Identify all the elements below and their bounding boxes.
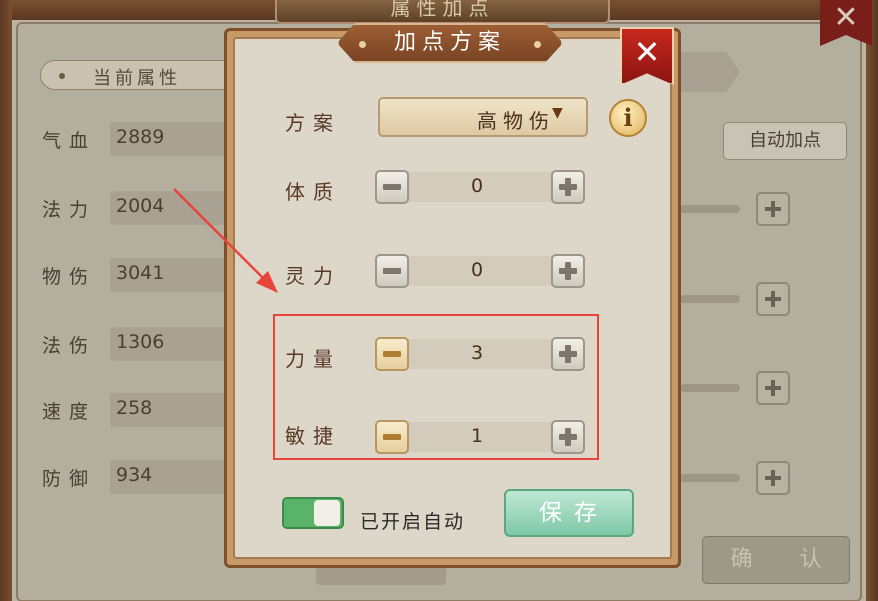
dialog-title: 加点方案 (393, 30, 506, 55)
auto-toggle[interactable] (282, 497, 344, 529)
stat-value: 3041 (116, 262, 165, 284)
attribute-slider[interactable] (680, 474, 740, 482)
close-icon: ✕ (633, 33, 661, 71)
stat-label: 法力 (42, 199, 97, 221)
stat-value: 2889 (116, 126, 165, 148)
stat-label: 法伤 (42, 335, 97, 357)
stepper-value: 0 (470, 259, 484, 281)
plan-selected-value: 高物伤 (477, 109, 555, 133)
plus-icon[interactable] (756, 282, 790, 316)
minus-icon[interactable] (375, 254, 409, 288)
toggle-knob (314, 500, 340, 526)
tab-dot-icon (59, 73, 65, 79)
dropdown-arrow-icon: ▼ (552, 105, 563, 121)
attribute-slider[interactable] (680, 205, 740, 213)
constitution-stepper: 0 (375, 170, 585, 204)
close-icon: ✕ (833, 0, 859, 35)
stat-value: 2004 (116, 195, 165, 217)
stat-row-magic-damage: 法伤 1306 (40, 325, 260, 365)
auto-allocate-button[interactable]: 自动加点 (723, 122, 847, 160)
dialog-body: 方案 高物伤 ▼ i 体质 0 灵力 0 力量 3 敏捷 1 已开启自动 保存 (233, 37, 672, 559)
stat-value: 934 (116, 464, 153, 486)
attribute-label-spirit: 灵力 (285, 264, 341, 288)
stat-row-speed: 速度 258 (40, 391, 260, 431)
stat-label: 气血 (42, 130, 97, 152)
attribute-label-constitution: 体质 (285, 180, 341, 204)
plan-dropdown[interactable]: 高物伤 ▼ (378, 97, 588, 137)
tab-current-attributes[interactable]: 当前属性 (40, 60, 240, 90)
plus-icon[interactable] (551, 170, 585, 204)
save-button[interactable]: 保存 (504, 489, 634, 537)
stat-row-hp: 气血 2889 (40, 120, 260, 160)
window-frame-left (0, 0, 12, 601)
window-title: 属性加点 (390, 0, 495, 20)
arrow-annotation (173, 188, 278, 293)
info-icon[interactable]: i (609, 99, 647, 137)
stat-value: 258 (116, 397, 153, 419)
stat-label: 防御 (42, 468, 97, 490)
minus-icon[interactable] (375, 170, 409, 204)
confirm-button[interactable]: 确 认 (702, 536, 850, 584)
tab-label: 当前属性 (93, 68, 181, 89)
plus-icon[interactable] (551, 254, 585, 288)
stat-row-defense: 防御 934 (40, 458, 260, 498)
plan-label: 方案 (285, 111, 341, 135)
stepper-value: 0 (470, 175, 484, 197)
stat-value: 1306 (116, 331, 165, 353)
plus-icon[interactable] (756, 371, 790, 405)
attribute-slider[interactable] (680, 295, 740, 303)
stat-label: 速度 (42, 401, 97, 423)
highlight-box (273, 314, 599, 460)
attribute-slider[interactable] (680, 384, 740, 392)
stat-label: 物伤 (42, 266, 97, 288)
allocation-plan-dialog: 方案 高物伤 ▼ i 体质 0 灵力 0 力量 3 敏捷 1 已开启自动 保存 … (224, 23, 681, 568)
plus-icon[interactable] (756, 461, 790, 495)
plus-icon[interactable] (756, 192, 790, 226)
auto-toggle-label: 已开启自动 (360, 511, 466, 533)
spirit-stepper: 0 (375, 254, 585, 288)
window-frame-right (866, 0, 878, 601)
